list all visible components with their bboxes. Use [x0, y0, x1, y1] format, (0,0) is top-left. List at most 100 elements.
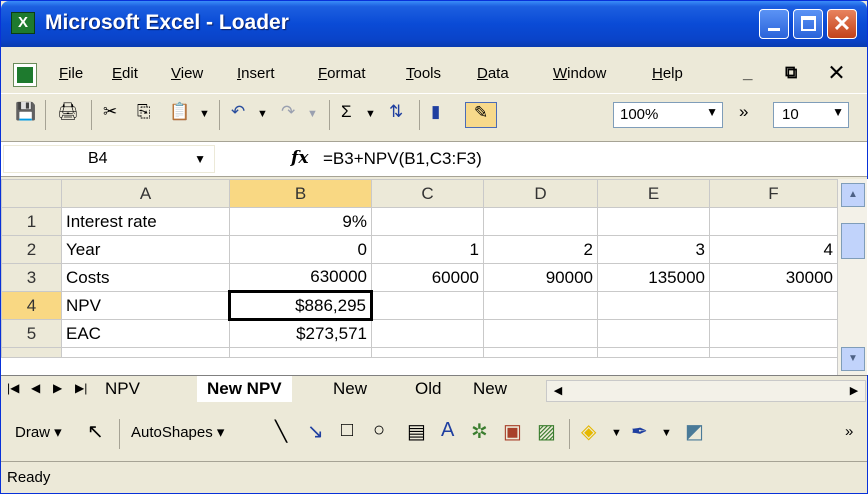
menu-view[interactable]: View — [171, 65, 203, 82]
close-button[interactable]: ✕ — [827, 9, 857, 39]
column-header[interactable]: A — [61, 179, 230, 208]
row-header[interactable]: 1 — [1, 207, 62, 236]
workbook-icon[interactable] — [13, 63, 37, 87]
menu-format[interactable]: Format — [318, 65, 366, 82]
title-bar[interactable]: X Microsoft Excel - Loader ✕ — [1, 1, 867, 47]
redo-icon[interactable]: ↷ — [281, 102, 295, 128]
column-header[interactable]: D — [483, 179, 598, 208]
autosum-dropdown-icon[interactable]: ▼ — [365, 108, 376, 134]
clip-art-icon[interactable]: ▣ — [503, 419, 522, 444]
cell[interactable]: 135000 — [597, 263, 710, 292]
cell[interactable]: 9% — [229, 207, 372, 236]
fill-color-icon[interactable]: ◈ — [581, 419, 596, 444]
formula-input[interactable]: =B3+NPV(B1,C3:F3) — [323, 149, 482, 169]
cell[interactable]: 90000 — [483, 263, 598, 292]
column-header[interactable]: B — [229, 179, 372, 208]
name-box[interactable]: B4 ▼ — [3, 145, 215, 173]
cell[interactable]: 630000 — [229, 263, 372, 292]
chart-wizard-icon[interactable]: ▮ — [431, 102, 440, 128]
paste-dropdown-icon[interactable]: ▼ — [199, 108, 210, 134]
column-header[interactable]: E — [597, 179, 710, 208]
cell[interactable]: 60000 — [371, 263, 484, 292]
toolbar-overflow-icon[interactable]: » — [845, 423, 853, 440]
cell[interactable]: Interest rate — [61, 207, 230, 236]
sheet-tab[interactable]: NPV — [105, 376, 140, 402]
cell[interactable] — [483, 291, 598, 320]
fill-color-dropdown-icon[interactable]: ▼ — [611, 427, 622, 439]
cell[interactable] — [483, 207, 598, 236]
text-box-icon[interactable]: ▤ — [407, 419, 426, 444]
vertical-scrollbar[interactable]: ▲ ▼ — [837, 179, 867, 375]
oval-icon[interactable]: ○ — [373, 419, 385, 442]
cell[interactable] — [371, 291, 484, 320]
font-size-select[interactable]: 10 ▼ — [773, 102, 849, 128]
menu-edit[interactable]: Edit — [112, 65, 138, 82]
line-icon[interactable]: ╲ — [275, 419, 287, 444]
cell[interactable]: 30000 — [709, 263, 838, 292]
cell[interactable] — [709, 207, 838, 236]
3d-style-icon[interactable]: ◩ — [685, 419, 704, 444]
cell[interactable]: $273,571 — [229, 319, 372, 348]
undo-icon[interactable]: ↶ — [231, 102, 245, 128]
toolbar-overflow-icon[interactable]: » — [739, 102, 748, 128]
menu-tools[interactable]: Tools — [406, 65, 441, 82]
cell[interactable]: Costs — [61, 263, 230, 292]
scroll-right-icon[interactable]: ▶ — [843, 381, 865, 401]
cell[interactable]: EAC — [61, 319, 230, 348]
autosum-icon[interactable]: Σ — [341, 102, 352, 128]
maximize-button[interactable] — [793, 9, 823, 39]
paste-icon[interactable]: 📋 — [169, 102, 190, 128]
insert-function-icon[interactable]: fx — [291, 148, 308, 168]
redo-dropdown-icon[interactable]: ▼ — [307, 108, 318, 134]
cell[interactable] — [709, 319, 838, 348]
cell[interactable] — [61, 347, 230, 358]
cell[interactable]: 2 — [483, 235, 598, 264]
cell[interactable] — [709, 347, 838, 358]
sheet-tab[interactable]: Old — [415, 376, 441, 402]
row-header[interactable]: 3 — [1, 263, 62, 292]
row-header[interactable]: 2 — [1, 235, 62, 264]
sheet-tab-active[interactable]: New NPV — [197, 376, 292, 402]
sort-ascending-icon[interactable]: ⇅ — [389, 102, 403, 128]
column-header[interactable]: F — [709, 179, 838, 208]
menu-file[interactable]: File — [59, 65, 83, 82]
cell[interactable] — [371, 207, 484, 236]
line-color-dropdown-icon[interactable]: ▼ — [661, 427, 672, 439]
menu-help[interactable]: Help — [652, 65, 683, 82]
cell[interactable] — [483, 319, 598, 348]
prev-sheet-icon[interactable]: ◀ — [31, 381, 40, 395]
cell[interactable] — [597, 319, 710, 348]
cell[interactable]: 0 — [229, 235, 372, 264]
diagram-icon[interactable]: ✲ — [471, 419, 488, 444]
cell[interactable]: NPV — [61, 291, 230, 320]
cell[interactable] — [483, 347, 598, 358]
cell[interactable]: 1 — [371, 235, 484, 264]
cell[interactable] — [597, 207, 710, 236]
menu-insert[interactable]: Insert — [237, 65, 275, 82]
horizontal-scrollbar[interactable]: ◀ ▶ — [546, 380, 866, 402]
menu-data[interactable]: Data — [477, 65, 509, 82]
draw-menu-button[interactable]: Draw ▾ — [15, 423, 62, 441]
column-header[interactable]: C — [371, 179, 484, 208]
copy-icon[interactable]: ⎘ — [137, 102, 151, 128]
scroll-up-icon[interactable]: ▲ — [841, 183, 865, 207]
print-icon[interactable]: 🖨 — [57, 102, 79, 128]
cut-icon[interactable]: ✂ — [103, 102, 117, 128]
picture-icon[interactable]: ▨ — [537, 419, 556, 444]
scroll-left-icon[interactable]: ◀ — [547, 381, 569, 401]
cell[interactable]: $886,295 — [228, 290, 373, 321]
cell[interactable] — [371, 347, 484, 358]
cell[interactable] — [229, 347, 372, 358]
undo-dropdown-icon[interactable]: ▼ — [257, 108, 268, 134]
scroll-thumb[interactable] — [841, 223, 865, 259]
row-header[interactable]: 5 — [1, 319, 62, 348]
zoom-select[interactable]: 100% ▼ — [613, 102, 723, 128]
autoshapes-menu-button[interactable]: AutoShapes ▾ — [131, 423, 224, 441]
cell[interactable]: 3 — [597, 235, 710, 264]
select-objects-icon[interactable]: ↖ — [87, 419, 104, 444]
select-all-corner[interactable] — [1, 179, 62, 208]
cell[interactable]: 4 — [709, 235, 838, 264]
cell[interactable] — [371, 319, 484, 348]
minimize-button[interactable] — [759, 9, 789, 39]
cell[interactable] — [709, 291, 838, 320]
